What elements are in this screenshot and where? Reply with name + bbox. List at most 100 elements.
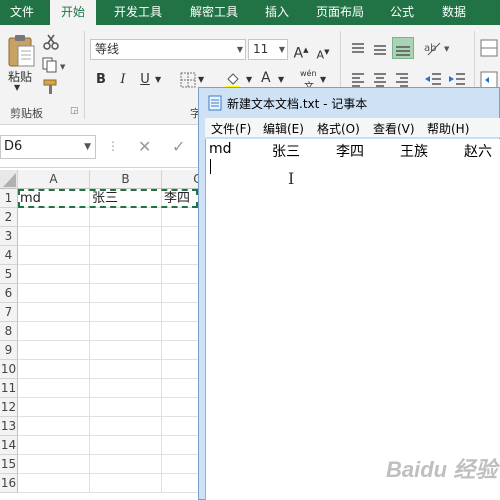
cell-a15[interactable] [18, 455, 90, 474]
fill-color-dropdown-icon[interactable]: ▼ [246, 75, 252, 84]
cell-b7[interactable] [90, 303, 162, 322]
tab-insert[interactable]: 插入 [256, 0, 298, 25]
name-box[interactable]: D6 ▼ [0, 135, 96, 159]
bold-button[interactable]: B [92, 71, 110, 89]
underline-button[interactable]: U [136, 71, 154, 89]
font-color-dropdown-icon[interactable]: ▼ [278, 75, 284, 84]
select-all-corner[interactable] [0, 170, 18, 189]
tab-data[interactable]: 数据 [432, 0, 476, 25]
tab-decrypt-tools[interactable]: 解密工具 [180, 0, 248, 25]
row-header[interactable]: 2 [0, 208, 18, 227]
cell-b16[interactable] [90, 474, 162, 493]
tab-formulas[interactable]: 公式 [380, 0, 424, 25]
cell-b1[interactable]: 张三 [90, 189, 162, 208]
more-options-icon[interactable]: ⋮ [107, 139, 119, 153]
tab-home[interactable]: 开始 [50, 0, 96, 25]
menu-file[interactable]: 文件(F) [211, 120, 251, 137]
tab-page-layout[interactable]: 页面布局 [306, 0, 374, 25]
row-header[interactable]: 9 [0, 341, 18, 360]
cell-a3[interactable] [18, 227, 90, 246]
tab-developer[interactable]: 开发工具 [104, 0, 172, 25]
row-header[interactable]: 1 [0, 189, 18, 208]
menu-view[interactable]: 查看(V) [373, 120, 415, 137]
column-header-b[interactable]: B [90, 170, 162, 189]
cell-a8[interactable] [18, 322, 90, 341]
row-header[interactable]: 3 [0, 227, 18, 246]
cell-b9[interactable] [90, 341, 162, 360]
align-bottom-button[interactable] [392, 37, 414, 59]
grow-font-button[interactable]: A▲ [292, 41, 310, 62]
row-header[interactable]: 8 [0, 322, 18, 341]
cell-a11[interactable] [18, 379, 90, 398]
cell-b15[interactable] [90, 455, 162, 474]
cut-button[interactable] [42, 33, 60, 54]
cell-b8[interactable] [90, 322, 162, 341]
row-header[interactable]: 14 [0, 436, 18, 455]
cell-a14[interactable] [18, 436, 90, 455]
borders-button[interactable] [180, 72, 196, 91]
shrink-font-button[interactable]: A▼ [314, 43, 332, 62]
paste-dropdown-icon[interactable]: ▼ [14, 83, 20, 92]
cell-a9[interactable] [18, 341, 90, 360]
cell-b4[interactable] [90, 246, 162, 265]
name-box-value: D6 [4, 139, 23, 154]
cell-b14[interactable] [90, 436, 162, 455]
cell-a1[interactable]: md [18, 189, 90, 208]
cell-b6[interactable] [90, 284, 162, 303]
menu-edit[interactable]: 编辑(E) [263, 120, 304, 137]
worksheet-grid[interactable]: A B C 1md张三李四2345678910111213141516 [0, 170, 234, 500]
row-header[interactable]: 7 [0, 303, 18, 322]
wrap-text-button[interactable] [480, 39, 498, 60]
cancel-entry-icon[interactable]: ✕ [138, 137, 151, 156]
cell-a2[interactable] [18, 208, 90, 227]
orientation-button[interactable]: ab ▼ [424, 39, 452, 60]
column-header-a[interactable]: A [18, 170, 90, 189]
cell-b11[interactable] [90, 379, 162, 398]
align-top-button[interactable] [350, 41, 366, 60]
phonetic-dropdown-icon[interactable]: ▼ [320, 75, 326, 84]
cell-a7[interactable] [18, 303, 90, 322]
notepad-text-area[interactable]: md 张三 李四 王族 赵六 I [205, 139, 500, 500]
row-header[interactable]: 11 [0, 379, 18, 398]
cell-b10[interactable] [90, 360, 162, 379]
row-header[interactable]: 4 [0, 246, 18, 265]
clipboard-launcher-icon[interactable]: ◲ [70, 106, 79, 116]
cell-a6[interactable] [18, 284, 90, 303]
notepad-window[interactable]: 新建文本文档.txt - 记事本 文件(F) 编辑(E) 格式(O) 查看(V)… [198, 87, 500, 500]
row-header[interactable]: 15 [0, 455, 18, 474]
font-name-combo[interactable]: 等线 ▼ [90, 39, 246, 60]
cell-a13[interactable] [18, 417, 90, 436]
menu-help[interactable]: 帮助(H) [427, 120, 469, 137]
italic-button[interactable]: I [114, 71, 132, 89]
font-size-combo[interactable]: 11 ▼ [248, 39, 288, 60]
chevron-down-icon[interactable]: ▼ [279, 40, 285, 59]
notepad-title-bar[interactable]: 新建文本文档.txt - 记事本 [199, 88, 499, 118]
row-header[interactable]: 5 [0, 265, 18, 284]
tab-file[interactable]: 文件 [0, 0, 44, 25]
cell-a16[interactable] [18, 474, 90, 493]
underline-dropdown-icon[interactable]: ▼ [155, 75, 161, 84]
chevron-down-icon[interactable]: ▼ [237, 40, 243, 59]
cell-b2[interactable] [90, 208, 162, 227]
cell-a10[interactable] [18, 360, 90, 379]
row-header[interactable]: 13 [0, 417, 18, 436]
borders-dropdown-icon[interactable]: ▼ [198, 75, 204, 84]
cell-a4[interactable] [18, 246, 90, 265]
menu-format[interactable]: 格式(O) [317, 120, 360, 137]
cell-b5[interactable] [90, 265, 162, 284]
cell-b12[interactable] [90, 398, 162, 417]
cell-b13[interactable] [90, 417, 162, 436]
row-header[interactable]: 6 [0, 284, 18, 303]
confirm-entry-icon[interactable]: ✓ [172, 137, 185, 156]
cell-b3[interactable] [90, 227, 162, 246]
row-header[interactable]: 10 [0, 360, 18, 379]
text-token: 李四 [336, 144, 364, 160]
format-painter-button[interactable] [42, 78, 60, 99]
row-header[interactable]: 12 [0, 398, 18, 417]
row-header[interactable]: 16 [0, 474, 18, 493]
cell-a12[interactable] [18, 398, 90, 417]
cell-a5[interactable] [18, 265, 90, 284]
align-middle-button[interactable] [372, 41, 388, 60]
chevron-down-icon[interactable]: ▼ [84, 136, 91, 158]
copy-button[interactable]: ▼ [42, 57, 68, 76]
